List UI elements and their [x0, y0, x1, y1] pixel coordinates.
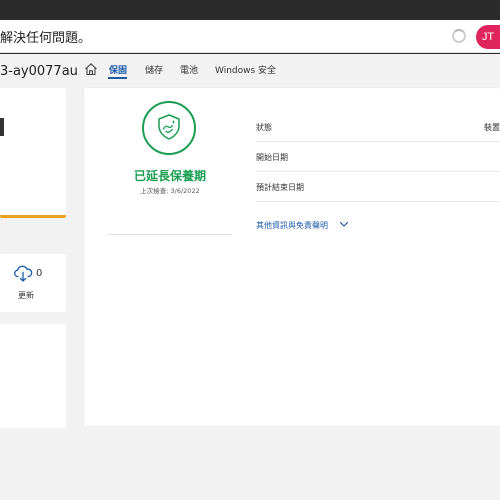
status-value: 裝置 [484, 123, 500, 132]
loading-spinner-icon [452, 29, 466, 43]
status-label: 狀態 [256, 123, 272, 132]
device-card[interactable] [0, 88, 66, 218]
tab-storage[interactable]: 儲存 [145, 63, 163, 76]
start-date-label: 開始日期 [256, 153, 288, 162]
tab-windows-security[interactable]: Windows 安全 [215, 63, 276, 76]
avatar[interactable]: JT [476, 25, 500, 49]
updates-label: 更新 [18, 291, 34, 300]
updates-count: 0 [36, 268, 43, 279]
row-divider [256, 201, 500, 202]
device-image-edge [0, 118, 4, 136]
tab-warranty[interactable]: 保固 [109, 63, 127, 76]
active-tab-indicator [108, 77, 127, 79]
end-date-label: 預計結束日期 [256, 183, 304, 192]
top-banner: 解決任何問題。 [0, 20, 500, 53]
warranty-status-title: 已延長保養期 [133, 169, 206, 183]
banner-message: 解決任何問題。 [0, 31, 92, 46]
info-card [0, 324, 66, 428]
row-divider [256, 171, 500, 172]
updates-card[interactable] [0, 254, 66, 312]
divider [108, 234, 232, 235]
window-titlebar [0, 0, 500, 20]
tab-battery[interactable]: 電池 [180, 63, 198, 76]
row-divider [256, 141, 500, 142]
more-info-link[interactable]: 其他資訊與免責聲明 [256, 220, 328, 231]
shield-check-icon [158, 114, 180, 140]
home-icon[interactable] [84, 62, 98, 76]
last-check-date: 上次檢查: 3/6/2022 [140, 187, 200, 195]
cloud-download-icon [14, 265, 33, 282]
device-name: 3-ay0077au [0, 64, 78, 79]
chevron-down-icon[interactable] [339, 220, 349, 228]
